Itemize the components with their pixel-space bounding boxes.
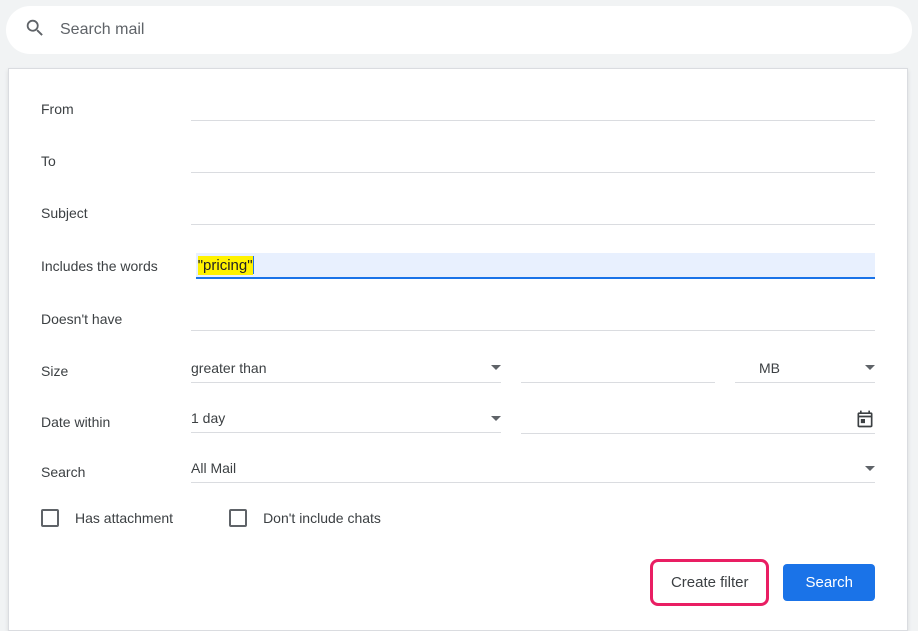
checkbox-row: Has attachment Don't include chats xyxy=(41,509,875,527)
chevron-down-icon xyxy=(865,466,875,471)
search-bar[interactable] xyxy=(6,6,912,54)
dont-include-chats-label: Don't include chats xyxy=(263,510,381,526)
dont-include-chats-checkbox[interactable]: Don't include chats xyxy=(229,509,381,527)
from-input[interactable] xyxy=(191,97,875,121)
subject-label: Subject xyxy=(41,205,191,221)
date-within-label: Date within xyxy=(41,414,191,430)
size-unit-value: MB xyxy=(759,360,780,376)
doesnt-have-label: Doesn't have xyxy=(41,311,191,327)
date-within-row: Date within 1 day xyxy=(41,409,875,434)
subject-row: Subject xyxy=(41,201,875,225)
chevron-down-icon xyxy=(865,365,875,370)
calendar-icon[interactable] xyxy=(855,409,875,429)
search-input[interactable] xyxy=(60,21,894,39)
checkbox-icon xyxy=(41,509,59,527)
size-comparator-value: greater than xyxy=(191,360,267,376)
size-unit-select[interactable]: MB xyxy=(735,360,875,383)
includes-words-input-wrap[interactable]: "pricing" xyxy=(196,253,875,279)
text-cursor xyxy=(253,256,254,274)
from-label: From xyxy=(41,101,191,117)
search-button[interactable]: Search xyxy=(783,564,875,601)
size-amount-input[interactable] xyxy=(521,359,715,383)
has-attachment-label: Has attachment xyxy=(75,510,173,526)
search-in-select[interactable]: All Mail xyxy=(191,460,875,483)
checkbox-icon xyxy=(229,509,247,527)
includes-words-value: "pricing" xyxy=(198,256,253,275)
size-label: Size xyxy=(41,363,191,379)
button-row: Create filter Search xyxy=(41,559,875,606)
subject-input[interactable] xyxy=(191,201,875,225)
to-label: To xyxy=(41,153,191,169)
date-range-value: 1 day xyxy=(191,410,225,426)
includes-words-row: Includes the words "pricing" xyxy=(41,253,875,279)
chevron-down-icon xyxy=(491,365,501,370)
size-comparator-select[interactable]: greater than xyxy=(191,360,501,383)
to-input[interactable] xyxy=(191,149,875,173)
search-icon xyxy=(24,17,46,44)
has-attachment-checkbox[interactable]: Has attachment xyxy=(41,509,173,527)
size-row: Size greater than MB xyxy=(41,359,875,383)
search-in-value: All Mail xyxy=(191,460,236,476)
search-in-row: Search All Mail xyxy=(41,460,875,483)
includes-words-label: Includes the words xyxy=(41,258,158,274)
doesnt-have-input[interactable] xyxy=(191,307,875,331)
chevron-down-icon xyxy=(491,416,501,421)
to-row: To xyxy=(41,149,875,173)
advanced-search-panel: From To Subject Includes the words "pric… xyxy=(8,68,908,631)
date-range-select[interactable]: 1 day xyxy=(191,410,501,433)
from-row: From xyxy=(41,97,875,121)
search-in-label: Search xyxy=(41,464,191,480)
doesnt-have-row: Doesn't have xyxy=(41,307,875,331)
date-picker-input[interactable] xyxy=(521,409,875,434)
create-filter-button[interactable]: Create filter xyxy=(650,559,770,606)
